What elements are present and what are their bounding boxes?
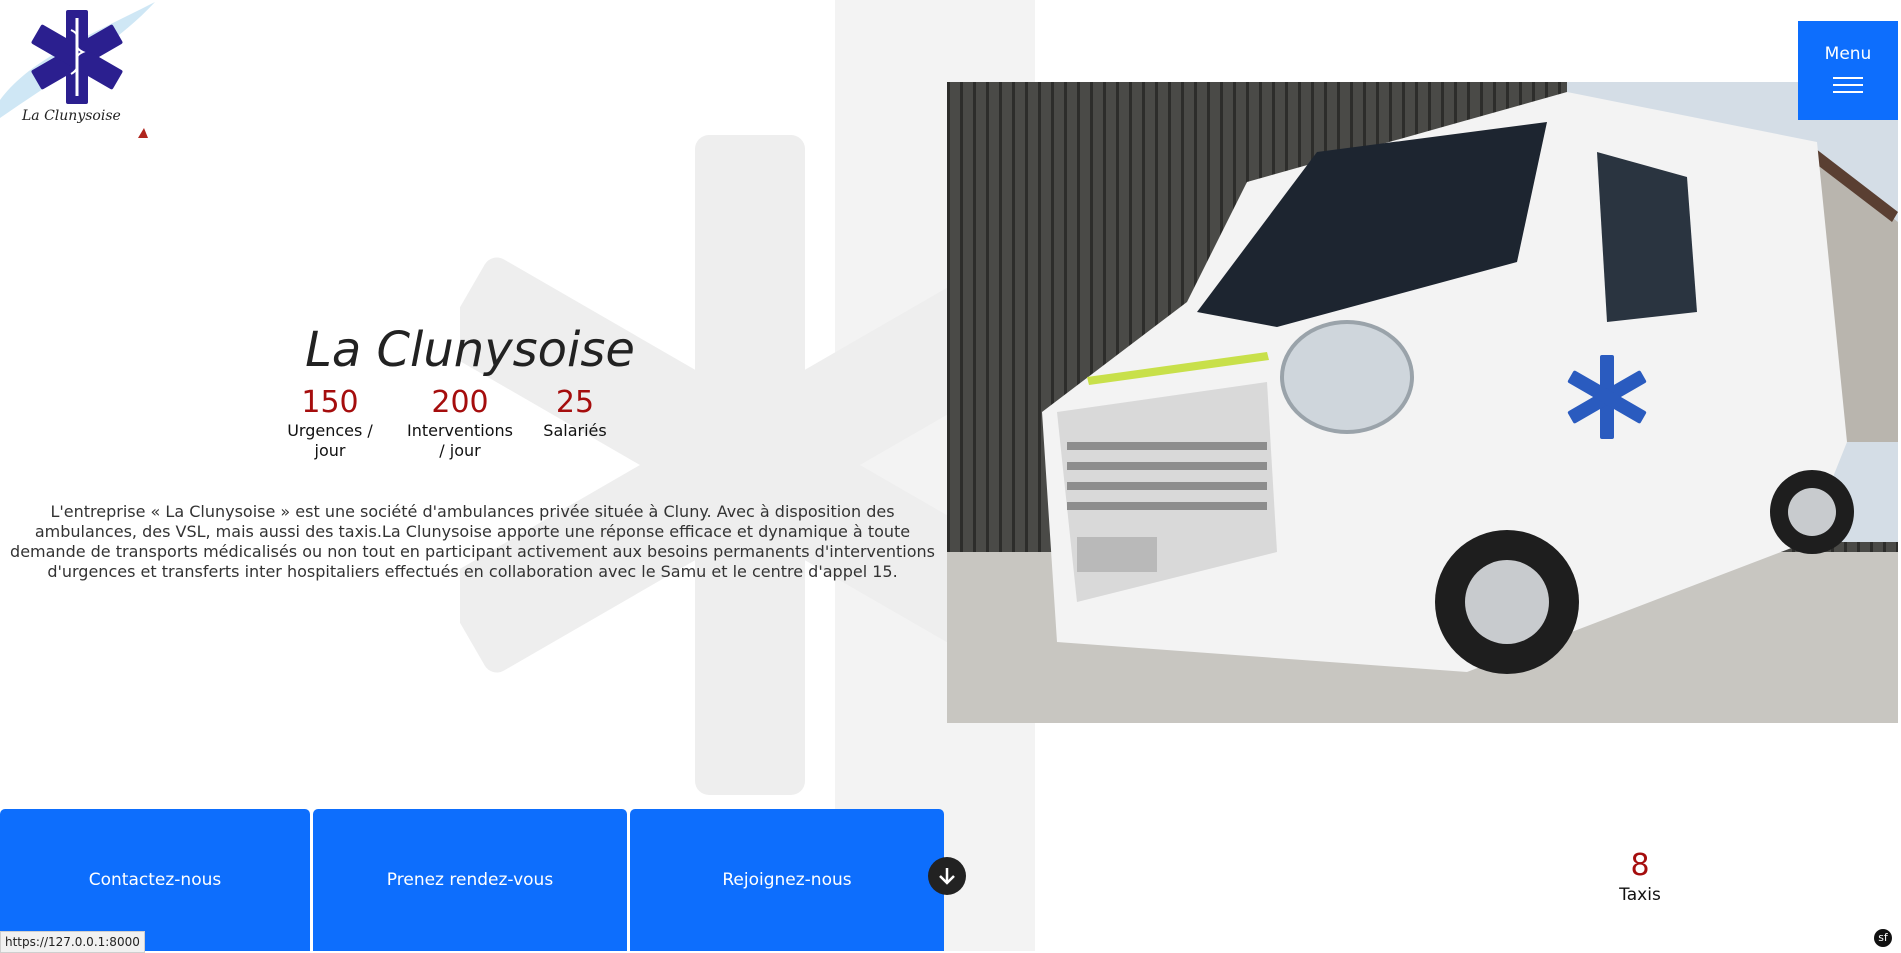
stat-value: 150 [301, 385, 359, 420]
stat-value: 8 [1630, 848, 1650, 883]
join-button[interactable]: Rejoignez-nous [630, 809, 944, 951]
brand-logo[interactable]: La Clunysoise [0, 0, 160, 160]
stat-label: Interventions / jour [407, 421, 513, 460]
hamburger-icon [1833, 72, 1863, 98]
arrow-down-icon [939, 868, 955, 885]
debug-toolbar-icon[interactable]: sf [1874, 929, 1892, 947]
menu-label: Menu [1824, 43, 1872, 64]
stat-label: Urgences / jour [287, 421, 373, 460]
menu-button[interactable]: Menu [1798, 21, 1898, 120]
page-title: La Clunysoise [305, 322, 635, 378]
cta-row: Contactez-nous Prenez rendez-vous Rejoig… [0, 809, 947, 951]
stat-value: 25 [555, 385, 595, 420]
stat-label: Salariés [543, 421, 607, 440]
stat-salaries: 25 Salariés [535, 385, 615, 461]
appointment-button[interactable]: Prenez rendez-vous [313, 809, 627, 951]
stat-value: 200 [431, 385, 489, 420]
contact-button[interactable]: Contactez-nous [0, 809, 310, 951]
ambulance-photo [947, 82, 1898, 723]
status-bar-url: https://127.0.0.1:8000 [0, 931, 145, 953]
scroll-down-button[interactable] [928, 857, 966, 895]
hero-photo [947, 82, 1898, 723]
stats-row: 150 Urgences / jour 200 Interventions / … [275, 385, 615, 461]
stat-urgences: 150 Urgences / jour [275, 385, 385, 461]
stat-interventions: 200 Interventions / jour [405, 385, 515, 461]
star-of-life-icon [0, 2, 155, 138]
company-intro: L'entreprise « La Clunysoise » est une s… [10, 502, 935, 581]
logo-text: La Clunysoise [22, 108, 121, 124]
stat-label: Taxis [1619, 885, 1661, 905]
stat-taxis: 8 Taxis [1600, 848, 1680, 906]
